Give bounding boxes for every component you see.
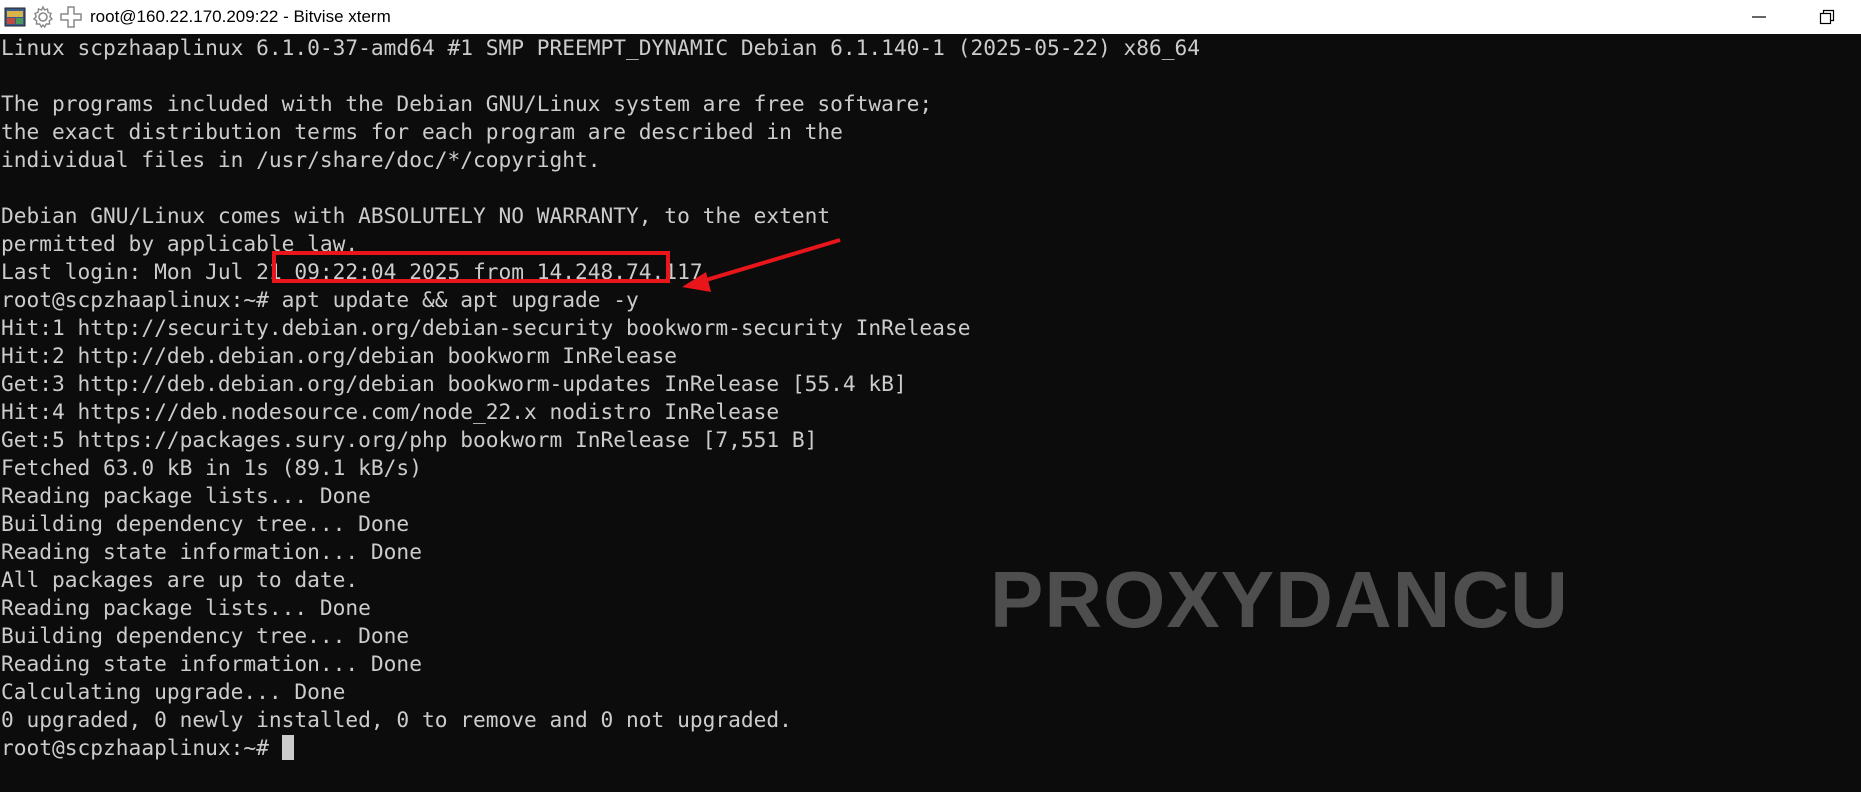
arrow-icon bbox=[682, 238, 841, 292]
terminal-window: root@160.22.170.209:22 - Bitvise xterm L… bbox=[0, 0, 1861, 792]
